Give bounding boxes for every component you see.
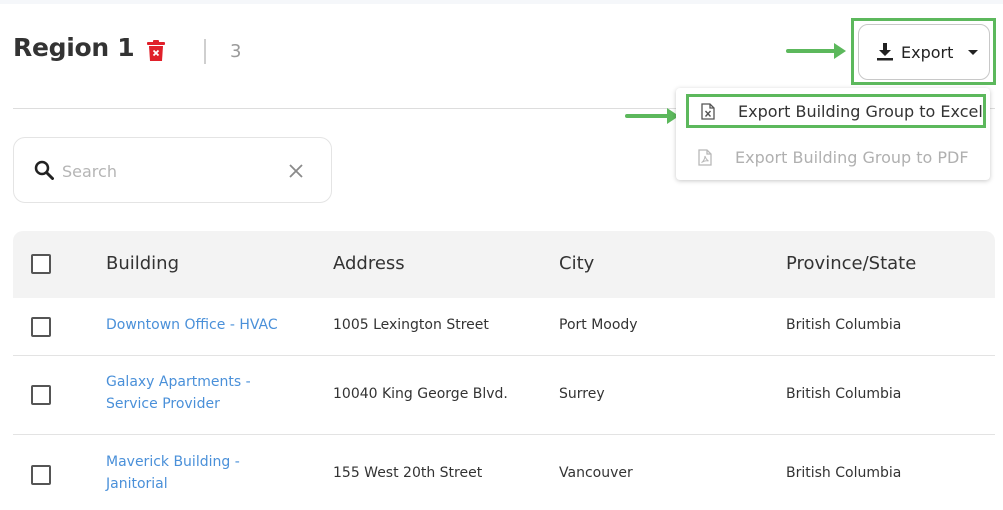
address-cell: 1005 Lexington Street: [333, 317, 489, 333]
column-header-province[interactable]: Province/State: [786, 253, 916, 274]
top-strip: [0, 0, 1003, 4]
building-link[interactable]: Downtown Office - HVAC: [106, 314, 306, 336]
menu-item-label: Export Building Group to PDF: [735, 147, 969, 167]
address-cell: 10040 King George Blvd.: [333, 386, 508, 402]
search-icon: [34, 160, 54, 180]
row-checkbox[interactable]: [31, 385, 51, 405]
column-header-city[interactable]: City: [559, 253, 594, 274]
search-box: [13, 137, 332, 203]
building-count: 3: [230, 41, 242, 62]
export-dropdown-menu: Export Building Group to Excel Export Bu…: [676, 88, 990, 180]
province-cell: British Columbia: [786, 317, 902, 333]
menu-item-export-pdf[interactable]: Export Building Group to PDF: [686, 140, 986, 174]
table-row: Galaxy Apartments - Service Provider 100…: [13, 356, 995, 435]
column-header-building[interactable]: Building: [106, 253, 179, 274]
city-cell: Port Moody: [559, 317, 638, 333]
menu-item-export-excel[interactable]: Export Building Group to Excel: [686, 94, 986, 128]
header-divider: [204, 39, 206, 64]
province-cell: British Columbia: [786, 465, 902, 481]
row-checkbox[interactable]: [31, 317, 51, 337]
building-link[interactable]: Maverick Building - Janitorial: [106, 451, 261, 495]
chevron-down-icon: [968, 49, 979, 55]
download-icon: [877, 43, 893, 61]
table-header: Building Address City Province/State: [13, 231, 995, 298]
trash-icon[interactable]: [146, 40, 166, 62]
excel-file-icon: [701, 102, 715, 120]
row-checkbox[interactable]: [31, 465, 51, 485]
annotation-arrow-excel: [625, 108, 679, 124]
annotation-arrow-export: [786, 43, 846, 59]
province-cell: British Columbia: [786, 386, 902, 402]
page-title: Region 1: [13, 33, 135, 62]
search-input[interactable]: [62, 158, 262, 184]
table-row: Downtown Office - HVAC 1005 Lexington St…: [13, 298, 995, 356]
table-row: Maverick Building - Janitorial 155 West …: [13, 435, 995, 510]
building-link[interactable]: Galaxy Apartments - Service Provider: [106, 371, 271, 415]
menu-item-label: Export Building Group to Excel: [738, 101, 983, 121]
address-cell: 155 West 20th Street: [333, 465, 483, 481]
city-cell: Surrey: [559, 386, 605, 402]
export-button[interactable]: Export: [858, 24, 990, 80]
close-icon[interactable]: [288, 163, 304, 179]
select-all-checkbox[interactable]: [31, 254, 51, 274]
city-cell: Vancouver: [559, 465, 633, 481]
pdf-file-icon: [698, 148, 712, 166]
export-button-label: Export: [901, 42, 954, 62]
column-header-address[interactable]: Address: [333, 253, 405, 274]
